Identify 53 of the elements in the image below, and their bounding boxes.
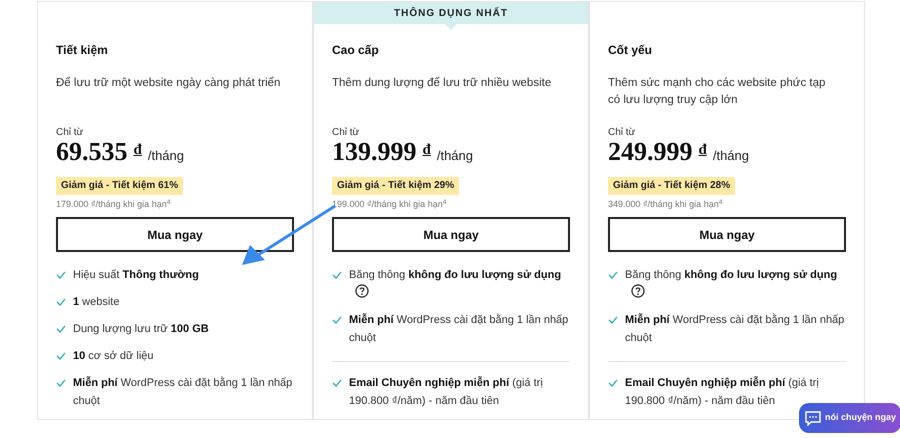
price-prefix: Chỉ từ: [332, 127, 360, 139]
check-icon: [608, 379, 618, 387]
plan-description: Thêm dung lượng để lưu trữ nhiều website: [332, 76, 552, 91]
currency: đ: [134, 141, 142, 160]
check-icon: [332, 379, 342, 387]
check-icon: [608, 316, 618, 324]
discount-badge: Giảm giá - Tiết kiệm 29%: [332, 177, 460, 195]
buy-button[interactable]: Mua ngay: [332, 217, 570, 252]
check-icon: [56, 325, 66, 333]
ribbon-pointer-icon: [445, 24, 457, 30]
feature-text: Dung lượng lưu trữ 100 GB: [73, 322, 209, 337]
chat-icon: [805, 410, 821, 426]
feature-text: Email Chuyên nghiệp miễn phí (giá trị 190.800 ₫/năm) - năm đầu tiên: [349, 375, 544, 409]
feature-text: Băng thông không đo lưu lượng sử dụng: [625, 266, 846, 302]
feature-text: 1 website: [73, 295, 120, 310]
feature-text: Miễn phí WordPress cài đặt bằng 1 lần nhấp chuột: [73, 375, 294, 409]
price: 139.999: [332, 139, 416, 165]
price-prefix: Chỉ từ: [56, 127, 84, 139]
price-prefix: Chỉ từ: [608, 127, 636, 139]
check-icon: [56, 298, 66, 306]
check-icon: [332, 316, 342, 324]
chat-button[interactable]: nói chuyện ngay: [799, 403, 900, 433]
help-icon[interactable]: [355, 284, 369, 298]
plan-name: Cao cấp: [332, 42, 380, 59]
feature-text: Miễn phí WordPress cài đặt bằng 1 lần nhấp chuột: [625, 312, 846, 346]
plan-name: Cốt yếu: [608, 42, 654, 59]
price-period: /tháng: [712, 147, 749, 165]
feature-text: Băng thông không đo lưu lượng sử dụng: [349, 266, 570, 302]
renewal-price: 349.000 ₫/tháng khi gia hạn$^{4}$: [608, 198, 724, 210]
price-period: /tháng: [148, 147, 184, 165]
buy-button[interactable]: Mua ngay: [56, 217, 294, 252]
discount-badge: Giảm giá - Tiết kiệm 61%: [56, 177, 184, 195]
check-icon: [56, 379, 66, 387]
discount-badge: Giảm giá - Tiết kiệm 28%: [608, 177, 736, 195]
feature-text: Miễn phí WordPress cài đặt bằng 1 lần nhấp chuột: [349, 312, 570, 346]
feature-text: 10 cơ sở dữ liệu: [73, 349, 154, 364]
help-icon[interactable]: [631, 284, 645, 298]
plan-description: Thêm sức mạnh cho các website phức tạp có lưu lượng truy cập lớn: [608, 76, 826, 108]
plan-name: Tiết kiệm: [56, 42, 109, 59]
currency: đ: [422, 141, 431, 160]
renewal-price: 199.000 ₫/tháng khi gia hạn$^{4}$: [332, 198, 448, 210]
feature-text: Hiệu suất Thông thường: [73, 268, 199, 283]
currency: đ: [698, 141, 707, 160]
renewal-price: 179.000 ₫/tháng khi gia hạn$^{4}$: [56, 198, 172, 210]
check-icon: [56, 352, 66, 360]
buy-button[interactable]: Mua ngay: [608, 217, 846, 252]
check-icon: [332, 271, 342, 279]
price-period: /tháng: [436, 147, 473, 165]
price: 69.535: [56, 139, 128, 165]
check-icon: [608, 271, 618, 279]
price: 249.999: [608, 139, 692, 165]
plan-description: Để lưu trữ một website ngày càng phát triển: [56, 76, 282, 91]
check-icon: [56, 271, 66, 279]
